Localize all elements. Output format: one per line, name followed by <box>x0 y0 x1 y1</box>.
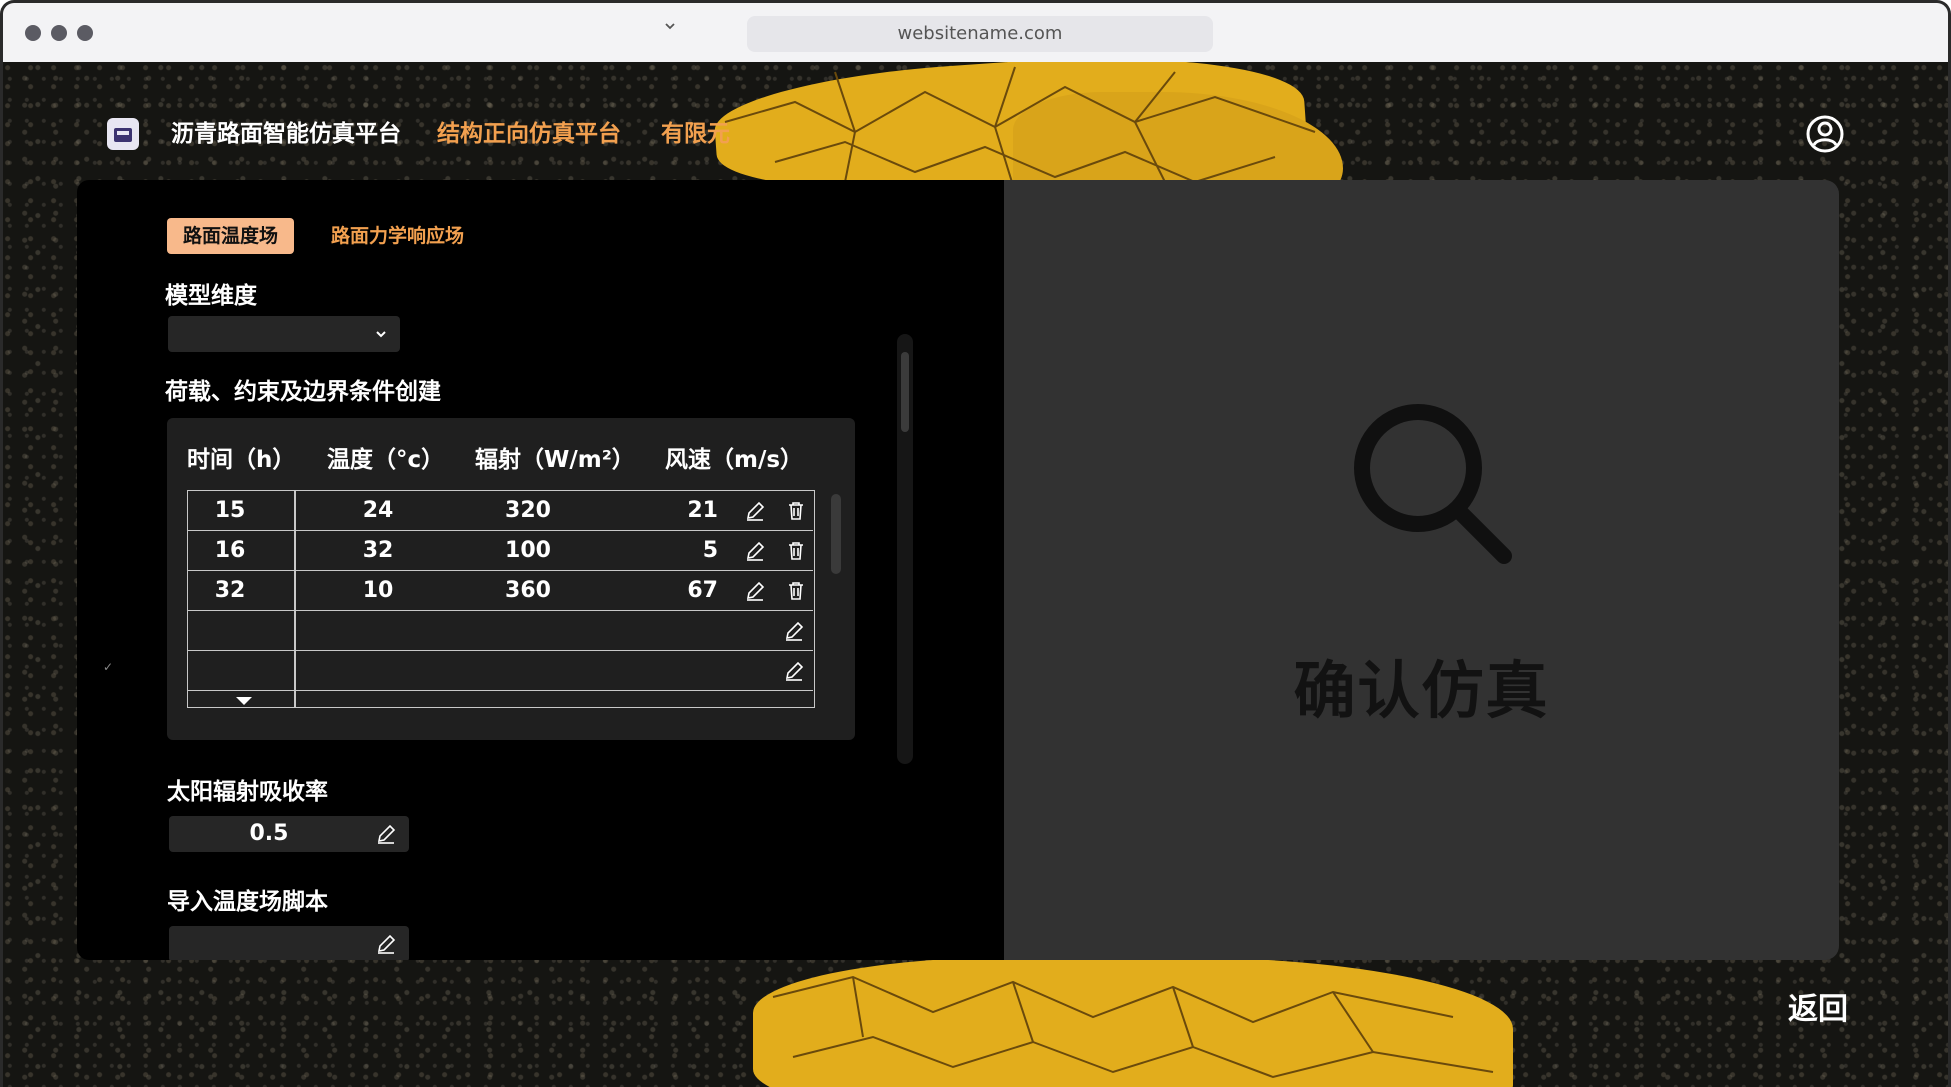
edit-icon[interactable] <box>744 580 766 602</box>
url-bar[interactable]: websitename.com <box>747 16 1213 52</box>
table-grid: 15 24 320 21 16 32 100 5 32 10 360 67 <box>187 490 815 708</box>
edit-icon[interactable] <box>375 933 397 955</box>
chevron-down-icon <box>376 331 386 338</box>
edit-icon[interactable] <box>783 660 805 682</box>
absorption-label: 太阳辐射吸收率 <box>167 779 328 805</box>
absorption-input[interactable]: 0.5 <box>169 816 409 852</box>
conditions-table: 时间（h） 温度（°c） 辐射（W/m²） 风速（m/s） 15 24 320 … <box>167 418 855 740</box>
table-row-empty[interactable] <box>188 611 813 651</box>
trash-icon[interactable] <box>785 500 807 522</box>
table-row[interactable]: 16 32 100 5 <box>188 531 813 571</box>
nav-brand[interactable]: 沥青路面智能仿真平台 <box>171 118 401 150</box>
page-viewport: 沥青路面智能仿真平台 结构正向仿真平台 有限元 路面温度场 路面力学响应场 模型… <box>0 62 1951 1087</box>
edit-icon[interactable] <box>744 500 766 522</box>
cell-radiation: 360 <box>505 578 551 603</box>
close-window-dot[interactable] <box>25 25 41 41</box>
chevron-down-icon[interactable] <box>663 19 677 33</box>
cell-time: 32 <box>214 578 246 603</box>
nav-item-finite-element[interactable]: 有限元 <box>661 118 730 150</box>
table-row-empty[interactable] <box>188 651 813 691</box>
browser-chrome: websitename.com <box>0 0 1951 62</box>
minimize-window-dot[interactable] <box>51 25 67 41</box>
model-dimension-label: 模型维度 <box>165 283 257 309</box>
script-import-label: 导入温度场脚本 <box>167 889 328 915</box>
edit-icon[interactable] <box>744 540 766 562</box>
cell-time: 15 <box>214 498 246 523</box>
model-dimension-select[interactable] <box>168 316 400 352</box>
check-mark-icon: ✓ <box>103 660 114 674</box>
caret-down-icon[interactable] <box>236 697 252 705</box>
app-logo-icon[interactable] <box>107 118 139 150</box>
column-header-temperature: 温度（°c） <box>327 447 445 473</box>
script-import-input[interactable] <box>169 926 409 960</box>
column-header-wind-speed: 风速（m/s） <box>665 447 804 473</box>
cell-wind-speed: 5 <box>702 538 718 563</box>
edit-icon[interactable] <box>783 620 805 642</box>
cell-radiation: 100 <box>505 538 551 563</box>
cell-wind-speed: 21 <box>687 498 718 523</box>
simulation-preview-panel: 确认仿真 <box>1004 180 1839 960</box>
window-controls <box>25 25 93 41</box>
back-button[interactable]: 返回 <box>1788 984 1848 1028</box>
cell-temperature: 24 <box>362 498 394 523</box>
conditions-label: 荷载、约束及边界条件创建 <box>165 379 441 405</box>
table-row[interactable]: 32 10 360 67 <box>188 571 813 611</box>
cell-radiation: 320 <box>505 498 551 523</box>
nav-item-structure-simulation[interactable]: 结构正向仿真平台 <box>437 118 621 150</box>
search-icon[interactable] <box>1348 400 1518 570</box>
tab-temperature-field[interactable]: 路面温度场 <box>167 218 295 254</box>
maximize-window-dot[interactable] <box>77 25 93 41</box>
trash-icon[interactable] <box>785 580 807 602</box>
cell-temperature: 32 <box>362 538 394 563</box>
parameter-panel: 路面温度场 路面力学响应场 模型维度 荷载、约束及边界条件创建 时间（h） 温度… <box>77 180 1004 960</box>
user-account-icon[interactable] <box>1805 114 1845 154</box>
cell-time: 16 <box>214 538 246 563</box>
table-row[interactable]: 15 24 320 21 <box>188 491 813 531</box>
absorption-value: 0.5 <box>249 821 289 846</box>
cell-temperature: 10 <box>362 578 394 603</box>
road-marking-bottom <box>753 957 1513 1087</box>
table-scrollbar[interactable] <box>831 494 841 574</box>
tab-mechanical-response[interactable]: 路面力学响应场 <box>315 218 480 254</box>
panel-scrollbar[interactable] <box>897 334 913 764</box>
confirm-simulation-button[interactable]: 确认仿真 <box>1004 640 1839 730</box>
column-header-radiation: 辐射（W/m²） <box>475 447 635 473</box>
column-header-time: 时间（h） <box>187 447 296 473</box>
trash-icon[interactable] <box>785 540 807 562</box>
edit-icon[interactable] <box>375 823 397 845</box>
column-divider <box>294 491 296 707</box>
cell-wind-speed: 67 <box>687 578 718 603</box>
panel-scrollbar-thumb[interactable] <box>901 352 909 432</box>
